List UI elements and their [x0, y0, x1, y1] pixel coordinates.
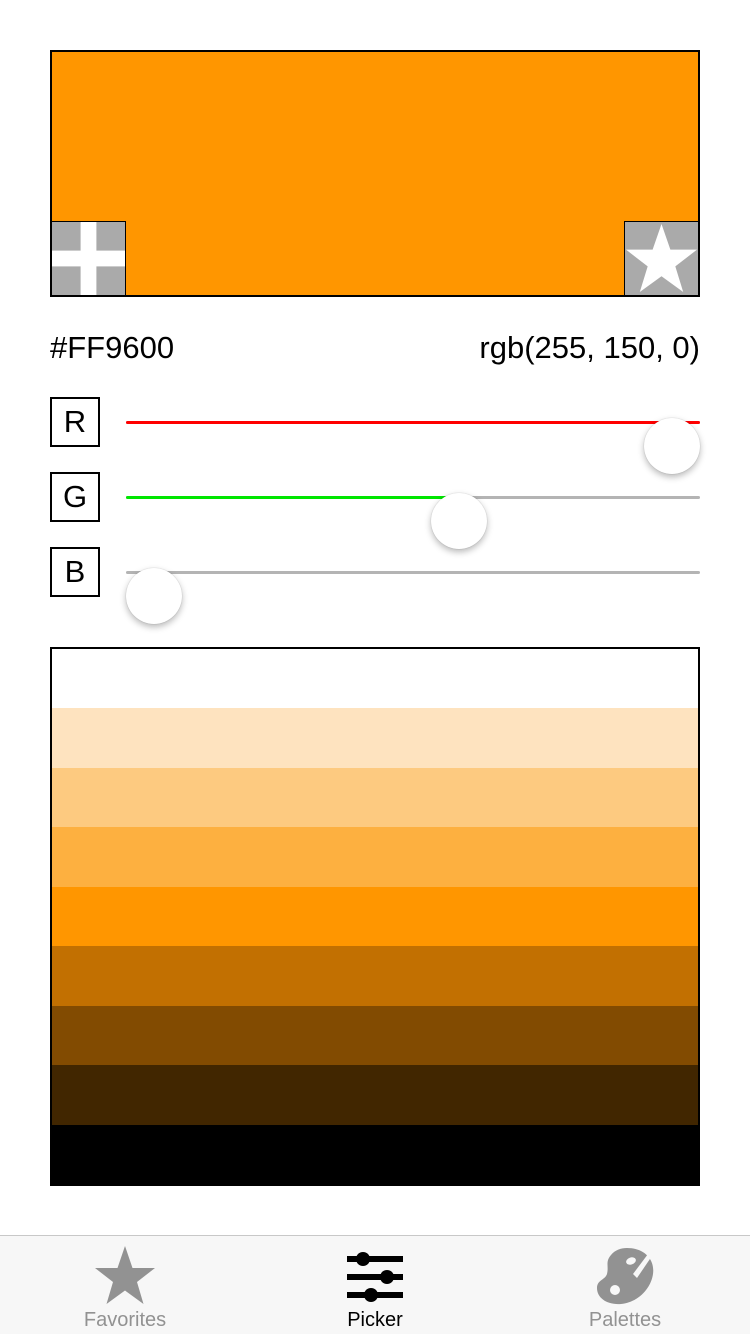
shade-swatch[interactable]: [52, 946, 698, 1006]
red-slider-fill: [126, 421, 700, 424]
palette-icon: [593, 1244, 657, 1308]
red-slider-thumb[interactable]: [644, 418, 700, 474]
shade-swatch[interactable]: [52, 767, 698, 828]
green-slider[interactable]: [126, 493, 700, 549]
shade-swatch[interactable]: [52, 649, 698, 709]
color-values: #FF9600 rgb(255, 150, 0): [50, 326, 700, 370]
shade-swatch[interactable]: [52, 708, 698, 768]
tab-bar: Favorites Picker Palettes: [0, 1235, 750, 1334]
shade-swatch[interactable]: [52, 827, 698, 887]
green-channel-label: G: [50, 472, 100, 522]
green-slider-thumb[interactable]: [430, 493, 487, 549]
red-slider[interactable]: [126, 418, 700, 474]
blue-slider-row: B: [50, 547, 702, 624]
color-preview: [50, 50, 700, 297]
red-slider-row: R: [50, 397, 702, 474]
star-icon: [625, 223, 698, 293]
shade-swatch[interactable]: [52, 1124, 698, 1184]
blue-channel-label: B: [50, 547, 100, 597]
add-color-button[interactable]: [52, 221, 126, 295]
shade-swatch[interactable]: [52, 886, 698, 947]
blue-slider-thumb[interactable]: [126, 568, 182, 624]
tab-palettes[interactable]: Palettes: [500, 1236, 750, 1335]
favorite-button[interactable]: [624, 221, 698, 295]
hex-value: #FF9600: [50, 330, 175, 365]
red-channel-label: R: [50, 397, 100, 447]
sliders-icon: [343, 1244, 407, 1308]
blue-slider[interactable]: [126, 568, 700, 624]
tab-picker[interactable]: Picker: [250, 1236, 500, 1335]
shades-list: [50, 647, 700, 1186]
shade-swatch[interactable]: [52, 1065, 698, 1125]
tab-favorites-label: Favorites: [83, 1309, 167, 1331]
rgb-value: rgb(255, 150, 0): [479, 330, 700, 365]
tab-favorites[interactable]: Favorites: [0, 1236, 250, 1335]
tab-palettes-label: Palettes: [588, 1309, 662, 1331]
shade-swatch[interactable]: [52, 1005, 698, 1066]
green-slider-fill: [126, 496, 464, 499]
star-icon: [93, 1244, 157, 1308]
plus-icon: [52, 222, 125, 295]
tab-picker-label: Picker: [347, 1309, 403, 1331]
green-slider-row: G: [50, 472, 702, 549]
